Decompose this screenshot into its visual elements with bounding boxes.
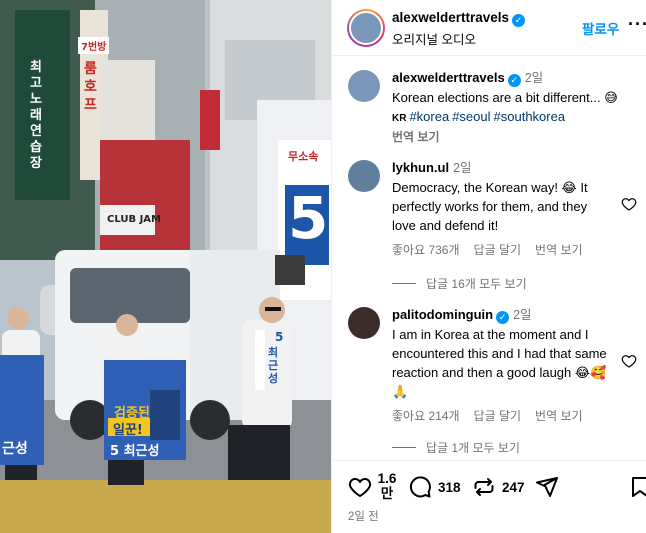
follow-button[interactable]: 팔로우 bbox=[582, 18, 619, 38]
caption-text: Korean elections are a bit different... … bbox=[392, 90, 618, 105]
caption-avatar[interactable] bbox=[348, 70, 380, 102]
comment-body: palitodominguin ✓ 2일 I am in Korea at the … bbox=[392, 305, 612, 401]
comment-time: 2일 bbox=[513, 308, 532, 322]
hashtag[interactable]: #southkorea bbox=[494, 109, 566, 124]
audio-label[interactable]: 오리지널 오디오 bbox=[392, 29, 476, 48]
comment-meta: 좋아요 214개 답글 달기 번역 보기 bbox=[392, 407, 597, 424]
author-username[interactable]: alexwelderttravels bbox=[392, 10, 509, 25]
sign-club-jam: CLUB JAM bbox=[107, 214, 161, 225]
caption-username-row: alexwelderttravels ✓ 2일 bbox=[392, 68, 637, 88]
post-actions: 1.6만 318 247 2일 전 bbox=[332, 460, 646, 533]
video-player[interactable]: 7번방 최고노래연습장 룸호프 CLUB JAM 무소속 5 근성 검증된 일꾼… bbox=[0, 0, 331, 533]
author-avatar[interactable] bbox=[347, 9, 385, 47]
like-button[interactable] bbox=[348, 475, 372, 499]
caption-body: alexwelderttravels ✓ 2일 Korean elections a… bbox=[392, 68, 637, 147]
caption-username[interactable]: alexwelderttravels bbox=[392, 70, 505, 85]
share-button[interactable] bbox=[535, 475, 559, 499]
sign-karaoke-vertical: 최고노래연습장 bbox=[30, 60, 42, 171]
comment-likes[interactable]: 좋아요 214개 bbox=[392, 409, 460, 423]
view-replies[interactable]: 답글 16개 모두 보기 bbox=[392, 275, 527, 292]
verified-badge-icon: ✓ bbox=[496, 311, 510, 324]
commenter-avatar[interactable] bbox=[348, 307, 380, 339]
comment-text: Democracy, the Korean way! 😂 It perfectl… bbox=[392, 180, 588, 233]
share-icon bbox=[536, 477, 558, 497]
view-replies-label[interactable]: 답글 16개 모두 보기 bbox=[426, 277, 527, 291]
comment-text: I am in Korea at the moment and I encoun… bbox=[392, 327, 607, 399]
banner-independent: 무소속 bbox=[288, 150, 319, 163]
comments-count: 318 bbox=[438, 479, 461, 495]
banner-number: 5 bbox=[288, 184, 329, 252]
commenter-avatar[interactable] bbox=[348, 160, 380, 192]
hashtag[interactable]: #seoul bbox=[452, 109, 490, 124]
save-button[interactable] bbox=[628, 475, 646, 499]
verified-badge-icon: ✓ bbox=[512, 14, 526, 27]
comment-icon bbox=[409, 476, 431, 498]
view-replies-label[interactable]: 답글 1개 모두 보기 bbox=[426, 441, 520, 455]
view-replies[interactable]: 답글 1개 모두 보기 bbox=[392, 439, 520, 456]
translate-button[interactable]: 번역 보기 bbox=[535, 243, 583, 257]
comment-username[interactable]: lykhun.ul bbox=[392, 160, 449, 175]
placard-candidate-name: 5 최근성 bbox=[110, 444, 160, 459]
replies-divider bbox=[392, 447, 416, 448]
heart-icon bbox=[348, 477, 372, 498]
comment-header: palitodominguin ✓ 2일 bbox=[392, 305, 612, 325]
comment-meta: 좋아요 736개 답글 달기 번역 보기 bbox=[392, 241, 597, 258]
placard-left-name: 근성 bbox=[2, 441, 28, 457]
comment-header: lykhun.ul 2일 bbox=[392, 158, 612, 178]
sign-room-hof: 룸호프 bbox=[84, 61, 97, 113]
placard-worker: 일꾼! bbox=[113, 423, 143, 438]
caption-hashtags: KR #korea #seoul #southkorea bbox=[392, 107, 637, 128]
reposts-count: 247 bbox=[502, 479, 525, 495]
reply-button[interactable]: 답글 달기 bbox=[474, 409, 522, 423]
shirt-number: 5 bbox=[275, 330, 284, 344]
reply-button[interactable]: 답글 달기 bbox=[474, 243, 522, 257]
sign-7-room: 7번방 bbox=[78, 37, 110, 54]
post-panel: alexwelderttravels✓ 오리지널 오디오 팔로우 ··· ale… bbox=[331, 0, 646, 533]
translate-button[interactable]: 번역 보기 bbox=[535, 409, 583, 423]
hashtag[interactable]: #korea bbox=[409, 109, 449, 124]
comment-body: lykhun.ul 2일 Democracy, the Korean way! 😂… bbox=[392, 158, 612, 235]
repost-icon bbox=[474, 478, 494, 496]
shirt-name: 최근성 bbox=[268, 346, 279, 385]
comment-time: 2일 bbox=[453, 161, 472, 175]
repost-button[interactable]: 247 bbox=[472, 475, 525, 499]
post-date: 2일 전 bbox=[348, 511, 379, 523]
like-comment-heart-icon[interactable] bbox=[621, 196, 637, 212]
more-options-icon[interactable]: ··· bbox=[628, 14, 646, 35]
location-tag[interactable]: KR bbox=[392, 113, 406, 124]
post-header: alexwelderttravels✓ 오리지널 오디오 팔로우 ··· bbox=[332, 0, 646, 56]
like-comment-heart-icon[interactable] bbox=[621, 353, 637, 369]
replies-divider bbox=[392, 283, 416, 284]
comment-button[interactable]: 318 bbox=[408, 475, 461, 499]
caption-translate[interactable]: 번역 보기 bbox=[392, 128, 637, 147]
video-frame bbox=[0, 0, 331, 533]
caption-time: 2일 bbox=[524, 71, 544, 85]
likes-count[interactable]: 1.6만 bbox=[377, 471, 397, 501]
author-username-row[interactable]: alexwelderttravels ✓ bbox=[392, 10, 526, 27]
bookmark-icon bbox=[632, 477, 646, 497]
verified-badge-icon: ✓ bbox=[507, 74, 521, 87]
comment-likes[interactable]: 좋아요 736개 bbox=[392, 243, 460, 257]
comment-username[interactable]: palitodominguin bbox=[392, 307, 493, 322]
